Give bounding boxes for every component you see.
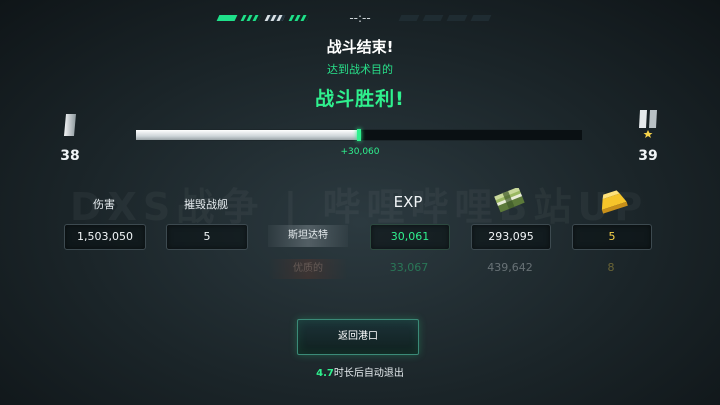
gold-value: 5	[572, 224, 652, 250]
victory-text: 战斗胜利!	[315, 88, 405, 110]
objective-subtitle: 达到战术目的	[327, 63, 393, 76]
ship-name-tag: 斯坦达特	[268, 225, 348, 247]
round-marker	[470, 15, 492, 21]
round-marker	[288, 15, 310, 21]
rank-insignia-icon	[64, 114, 76, 136]
exp-progress-fill	[136, 130, 359, 140]
auto-exit-seconds: 4.7	[316, 368, 334, 379]
exp-progress-tip	[357, 129, 361, 141]
current-level: 38	[60, 148, 80, 164]
credits-value: 293,095	[471, 224, 551, 250]
round-marker	[240, 15, 262, 21]
battle-over-title: 战斗结束!	[326, 38, 394, 56]
destroyed-header: 摧毁战舰	[184, 198, 228, 211]
exp-value: 30,061	[370, 224, 450, 250]
exp-gain-label: +30,060	[340, 147, 380, 157]
exp-progress-bar	[135, 129, 583, 141]
premium-label: 优质的	[268, 259, 348, 279]
gold-bar-icon	[601, 190, 628, 214]
auto-exit-countdown: 4.7时长后自动退出	[260, 364, 460, 379]
round-marker	[422, 15, 444, 21]
rank-insignia-icon	[639, 110, 657, 138]
premium-exp-value: 33,067	[389, 261, 429, 274]
battle-timer: --:--	[349, 11, 371, 25]
premium-row: 优质的 33,067 439,642 8	[268, 259, 650, 281]
premium-credits-value: 439,642	[487, 261, 533, 274]
premium-gold-value: 8	[607, 261, 615, 274]
round-marker	[264, 15, 286, 21]
next-level: 39	[638, 148, 658, 164]
round-marker	[446, 15, 468, 21]
damage-value: 1,503,050	[64, 224, 146, 250]
exp-header: EXP	[393, 193, 423, 211]
round-progress-indicator	[216, 15, 310, 23]
damage-header: 伤害	[93, 198, 115, 211]
round-marker	[216, 15, 238, 21]
enemy-round-indicator	[398, 15, 492, 21]
cash-stack-icon	[494, 188, 525, 213]
return-to-port-button[interactable]: 返回港口	[297, 319, 419, 355]
round-marker	[398, 15, 420, 21]
destroyed-value: 5	[166, 224, 248, 250]
auto-exit-text: 时长后自动退出	[333, 368, 404, 379]
